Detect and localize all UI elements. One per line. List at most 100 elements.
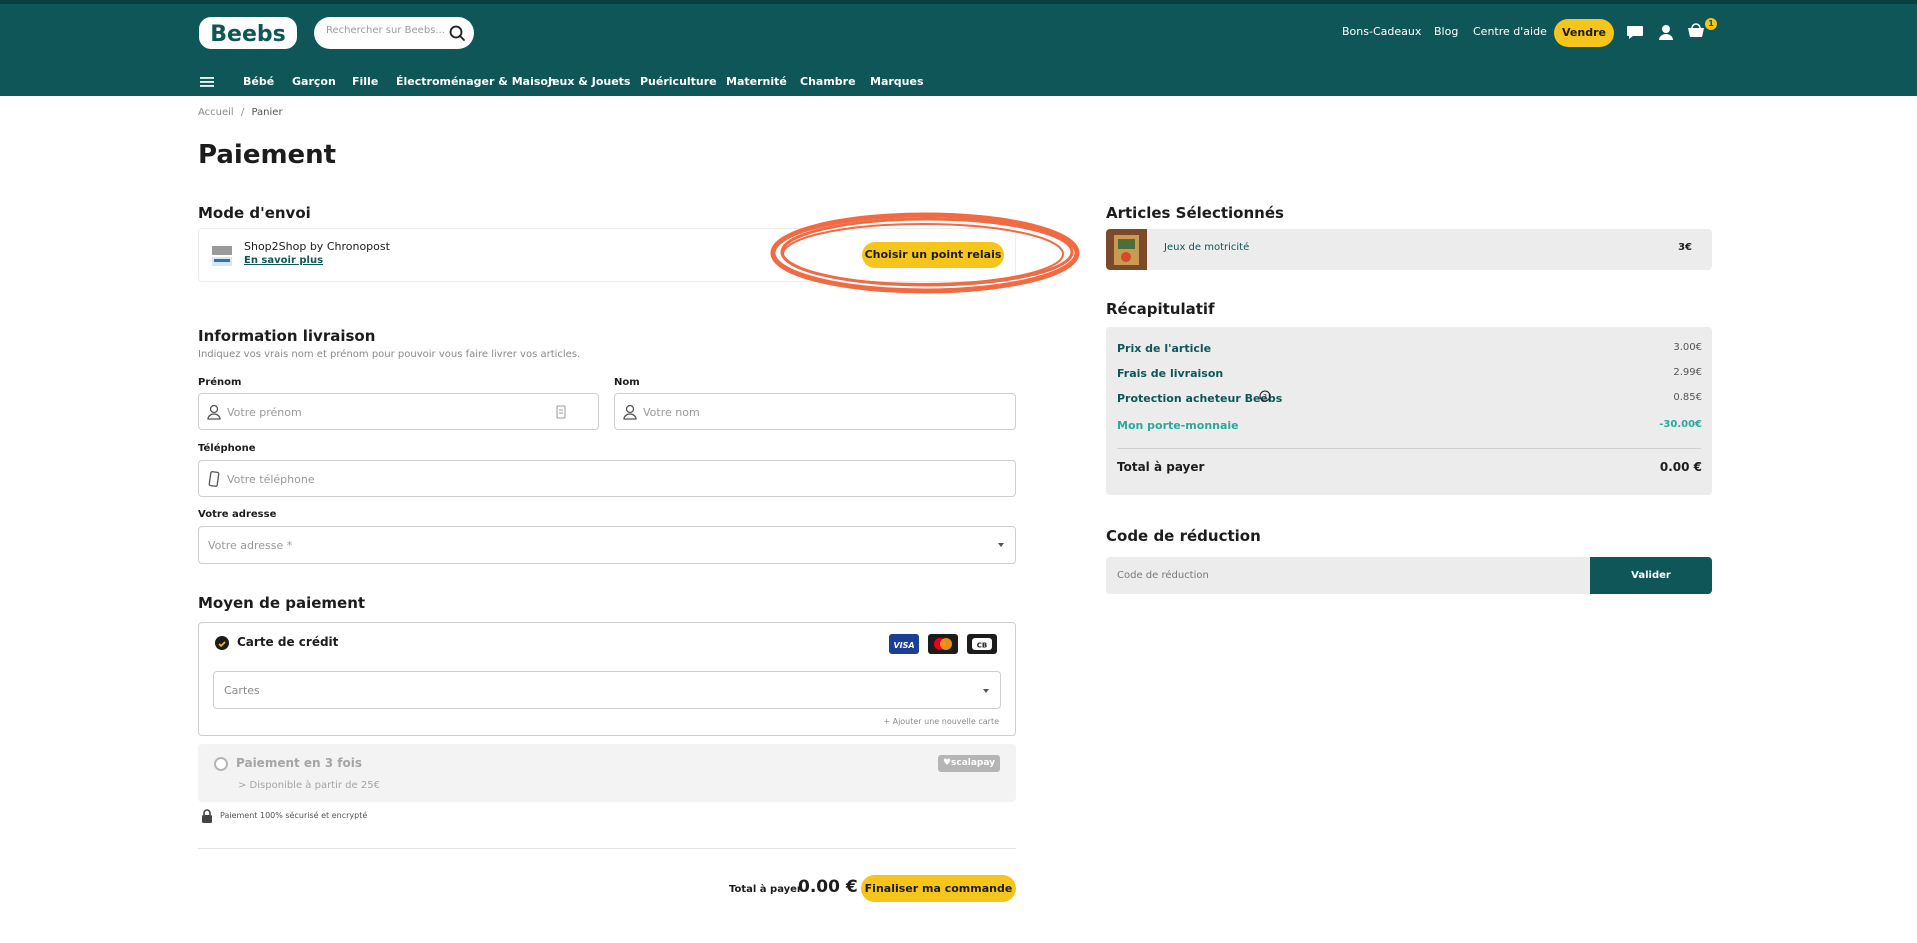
first-name-label: Prénom bbox=[198, 377, 242, 388]
list-item[interactable]: Jeux de motricité 3€ bbox=[1106, 229, 1712, 270]
article-name[interactable]: Jeux de motricité bbox=[1164, 242, 1249, 253]
promo-title: Code de réduction bbox=[1106, 527, 1261, 545]
cb-text: CB bbox=[977, 642, 987, 650]
recap-protection-label: Protection acheteur Beebs bbox=[1117, 392, 1283, 405]
articles-title: Articles Sélectionnés bbox=[1106, 204, 1284, 222]
breadcrumb-separator: / bbox=[240, 107, 245, 118]
page-title: Paiement bbox=[198, 140, 337, 170]
search-input[interactable]: Rechercher sur Beebs... bbox=[326, 25, 445, 36]
promo-code-placeholder: Code de réduction bbox=[1117, 570, 1209, 581]
recap-shipping-label: Frais de livraison bbox=[1117, 367, 1224, 380]
address-placeholder: Votre adresse * bbox=[208, 539, 293, 552]
link-blog[interactable]: Blog bbox=[1434, 25, 1458, 38]
nav-item-marques[interactable]: Marques bbox=[870, 75, 924, 88]
highlight-circle bbox=[770, 212, 1080, 294]
first-name-field[interactable]: Votre prénom bbox=[198, 393, 599, 430]
address-select[interactable]: Votre adresse * bbox=[198, 526, 1016, 564]
article-thumbnail[interactable] bbox=[1106, 229, 1147, 270]
delivery-title: Information livraison bbox=[198, 327, 376, 345]
credit-card-label: Carte de crédit bbox=[237, 635, 339, 649]
phone-label: Téléphone bbox=[198, 443, 256, 454]
recap-wallet-value: -30.00€ bbox=[1659, 419, 1702, 430]
visa-text: VISA bbox=[893, 641, 914, 650]
breadcrumb-current: Panier bbox=[251, 107, 283, 118]
breadcrumb-home[interactable]: Accueil bbox=[198, 107, 234, 118]
visa-logo-icon: VISA bbox=[889, 634, 919, 654]
carrier-name: Shop2Shop by Chronopost bbox=[244, 240, 390, 253]
installments-radio[interactable] bbox=[214, 757, 228, 771]
validate-promo-button[interactable]: Valider bbox=[1590, 557, 1712, 594]
nav-item-maternite[interactable]: Maternité bbox=[726, 75, 787, 88]
promo-code-input[interactable]: Code de réduction bbox=[1106, 557, 1590, 594]
recap-item-price-value: 3.00€ bbox=[1673, 342, 1702, 353]
nav-item-puericulture[interactable]: Puériculture bbox=[640, 75, 717, 88]
recap-shipping-value: 2.99€ bbox=[1673, 367, 1702, 378]
finalize-order-button[interactable]: Finaliser ma commande bbox=[861, 875, 1016, 902]
last-name-field[interactable]: Votre nom bbox=[614, 393, 1016, 430]
cards-select[interactable]: Cartes bbox=[213, 671, 1001, 709]
scalapay-logo: ♥scalapay bbox=[938, 755, 1000, 772]
total-value: 0.00 € bbox=[798, 877, 858, 897]
menu-icon[interactable] bbox=[200, 76, 214, 88]
person-icon bbox=[207, 404, 221, 420]
breadcrumb: Accueil / Panier bbox=[198, 107, 283, 118]
person-icon bbox=[623, 404, 637, 420]
cart-icon[interactable] bbox=[1686, 22, 1706, 42]
chevron-down-icon bbox=[983, 689, 989, 693]
installments-label: Paiement en 3 fois bbox=[236, 756, 363, 770]
recap-panel: Prix de l'article 3.00€ Frais de livrais… bbox=[1106, 327, 1712, 495]
nav-item-bebe[interactable]: Bébé bbox=[243, 75, 274, 88]
autofill-icon[interactable] bbox=[556, 405, 566, 419]
credit-card-radio[interactable] bbox=[215, 636, 229, 650]
first-name-placeholder: Votre prénom bbox=[227, 406, 302, 419]
site-header: Beebs Rechercher sur Beebs... Bons-Cadea… bbox=[0, 0, 1917, 96]
last-name-label: Nom bbox=[614, 377, 640, 388]
last-name-placeholder: Votre nom bbox=[643, 406, 700, 419]
phone-field[interactable]: Votre téléphone bbox=[198, 460, 1016, 497]
recap-item-price-label: Prix de l'article bbox=[1117, 342, 1212, 355]
link-help-center[interactable]: Centre d'aide bbox=[1473, 25, 1547, 38]
nav-item-electromenager[interactable]: Électroménager & Maison bbox=[396, 75, 556, 88]
recap-total-value: 0.00 € bbox=[1659, 460, 1702, 474]
add-card-link[interactable]: + Ajouter une nouvelle carte bbox=[883, 717, 999, 726]
cart-count-badge: 1 bbox=[1705, 18, 1717, 30]
delivery-subtitle: Indiquez vos vrais nom et prénom pour po… bbox=[198, 349, 581, 360]
cb-logo-icon: CB bbox=[967, 634, 997, 654]
check-icon bbox=[218, 641, 226, 648]
divider bbox=[1117, 448, 1701, 449]
logo-text: Beebs bbox=[210, 22, 285, 47]
article-price: 3€ bbox=[1678, 242, 1692, 253]
svg-text:?: ? bbox=[1263, 393, 1267, 401]
phone-placeholder: Votre téléphone bbox=[227, 473, 315, 486]
nav-item-jeux[interactable]: Jeux & Jouets bbox=[548, 75, 630, 88]
user-icon[interactable] bbox=[1656, 22, 1676, 42]
search-bar[interactable]: Rechercher sur Beebs... bbox=[314, 17, 474, 49]
mastercard-logo-icon bbox=[928, 634, 958, 654]
recap-total-label: Total à payer bbox=[1117, 460, 1205, 474]
chevron-down-icon bbox=[998, 543, 1004, 547]
lock-icon bbox=[202, 809, 212, 823]
nav-item-garcon[interactable]: Garçon bbox=[292, 75, 336, 88]
search-icon[interactable] bbox=[448, 24, 466, 42]
credit-card-option[interactable]: Carte de crédit VISA CB Cartes + Ajouter… bbox=[198, 622, 1016, 736]
nav-item-chambre[interactable]: Chambre bbox=[800, 75, 856, 88]
cards-placeholder: Cartes bbox=[224, 684, 260, 697]
total-label: Total à payer bbox=[729, 884, 802, 895]
installments-option[interactable]: Paiement en 3 fois > Disponible à partir… bbox=[198, 744, 1016, 802]
info-icon[interactable]: ? bbox=[1259, 390, 1271, 402]
link-gift-cards[interactable]: Bons-Cadeaux bbox=[1342, 25, 1421, 38]
chronopost-logo-icon bbox=[212, 246, 232, 266]
installments-subtitle: > Disponible à partir de 25€ bbox=[238, 780, 380, 791]
address-label: Votre adresse bbox=[198, 509, 277, 520]
divider bbox=[198, 848, 1016, 849]
sell-button[interactable]: Vendre bbox=[1554, 19, 1614, 47]
recap-wallet-label: Mon porte-monnaie bbox=[1117, 419, 1239, 432]
secure-payment-text: Paiement 100% sécurisé et encrypté bbox=[220, 811, 368, 820]
nav-item-fille[interactable]: Fille bbox=[352, 75, 378, 88]
payment-title: Moyen de paiement bbox=[198, 594, 366, 612]
chat-icon[interactable] bbox=[1625, 22, 1645, 42]
beebs-logo[interactable]: Beebs bbox=[198, 16, 298, 50]
learn-more-link[interactable]: En savoir plus bbox=[244, 255, 323, 266]
recap-protection-value: 0.85€ bbox=[1673, 392, 1702, 403]
phone-icon bbox=[208, 471, 220, 487]
